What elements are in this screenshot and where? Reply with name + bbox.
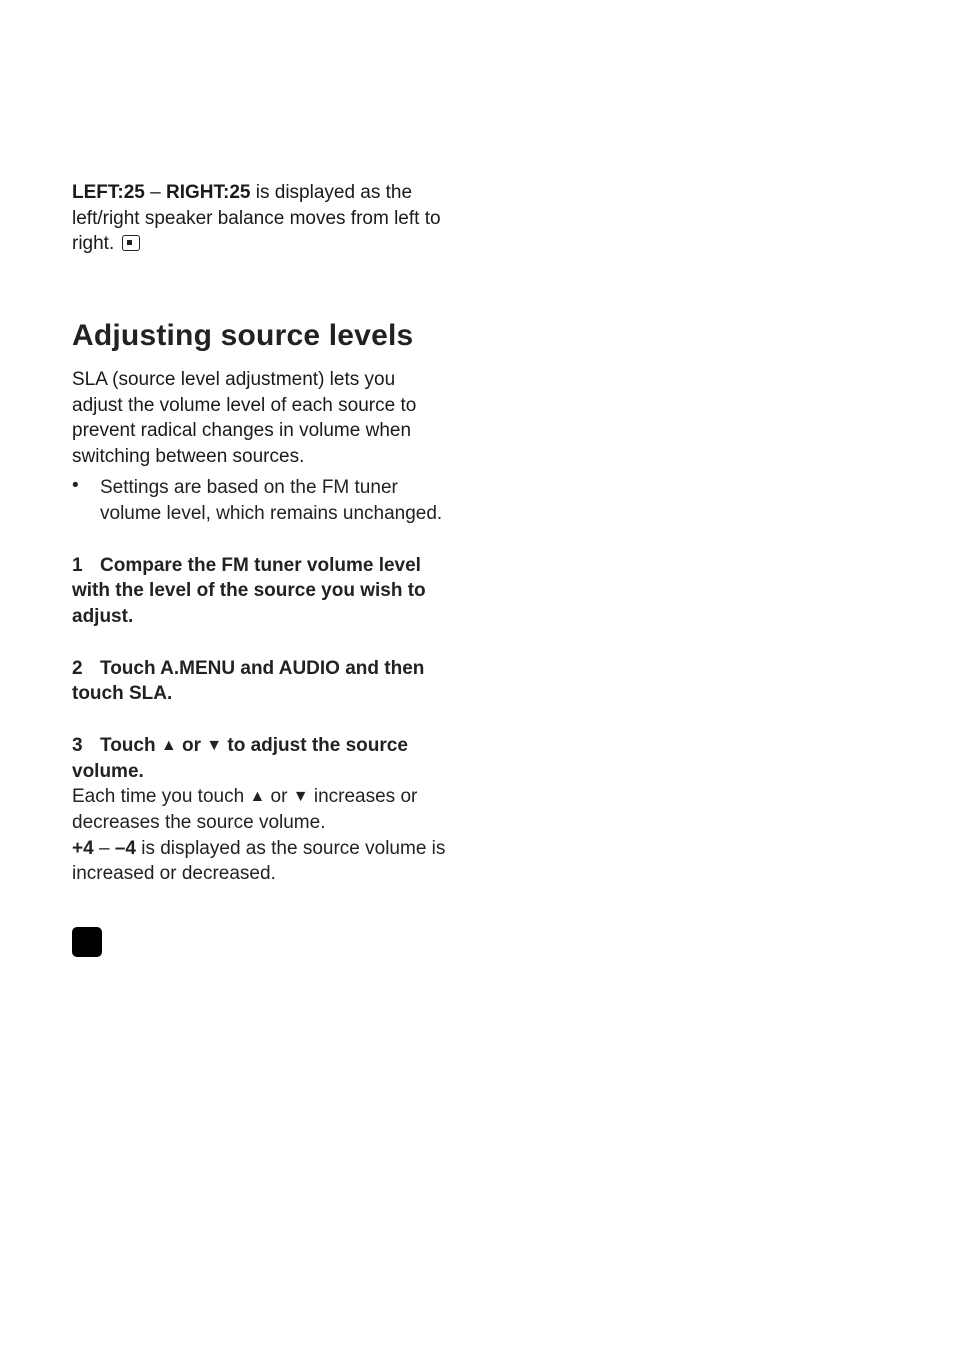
down-arrow-icon: ▼ — [206, 737, 222, 754]
bullet-item: • Settings are based on the FM tuner vol… — [72, 475, 450, 526]
detail-pre: Each time you touch — [72, 786, 249, 807]
step-text: Compare the FM tuner volume level with t… — [72, 555, 426, 627]
up-arrow-icon: ▲ — [249, 788, 265, 805]
dash: – — [150, 182, 161, 203]
range-plus: +4 — [72, 838, 94, 859]
range-minus: –4 — [115, 838, 136, 859]
step-number: 1 — [72, 553, 100, 579]
detail-mid: or — [265, 786, 292, 807]
up-arrow-icon: ▲ — [161, 737, 177, 754]
down-arrow-icon: ▼ — [293, 788, 309, 805]
step-number: 3 — [72, 733, 100, 759]
left-label: LEFT:25 — [72, 182, 145, 203]
range-dash: – — [99, 838, 110, 859]
step-mid: or — [177, 735, 207, 756]
section-heading: Adjusting source levels — [72, 319, 450, 353]
step-pre: Touch — [100, 735, 161, 756]
step-3-detail-a: Each time you touch ▲ or ▼ increases or … — [72, 784, 450, 835]
intro-paragraph: LEFT:25 – RIGHT:25 is displayed as the l… — [72, 180, 450, 257]
step-1: 1Compare the FM tuner volume level with … — [72, 553, 450, 630]
step-3: 3Touch ▲ or ▼ to adjust the source volum… — [72, 733, 450, 784]
right-label: RIGHT:25 — [166, 182, 250, 203]
end-mark-icon — [122, 235, 140, 251]
step-2: 2Touch A.MENU and AUDIO and then touch S… — [72, 656, 450, 707]
bullet-text: Settings are based on the FM tuner volum… — [100, 475, 450, 526]
bullet-dot-icon: • — [72, 475, 100, 526]
step-text: Touch A.MENU and AUDIO and then touch SL… — [72, 658, 424, 705]
step-3-detail-b: +4 – –4 is displayed as the source volum… — [72, 836, 450, 887]
body-paragraph-1: SLA (source level adjustment) lets you a… — [72, 367, 450, 470]
step-number: 2 — [72, 656, 100, 682]
section-end-icon — [72, 927, 102, 957]
